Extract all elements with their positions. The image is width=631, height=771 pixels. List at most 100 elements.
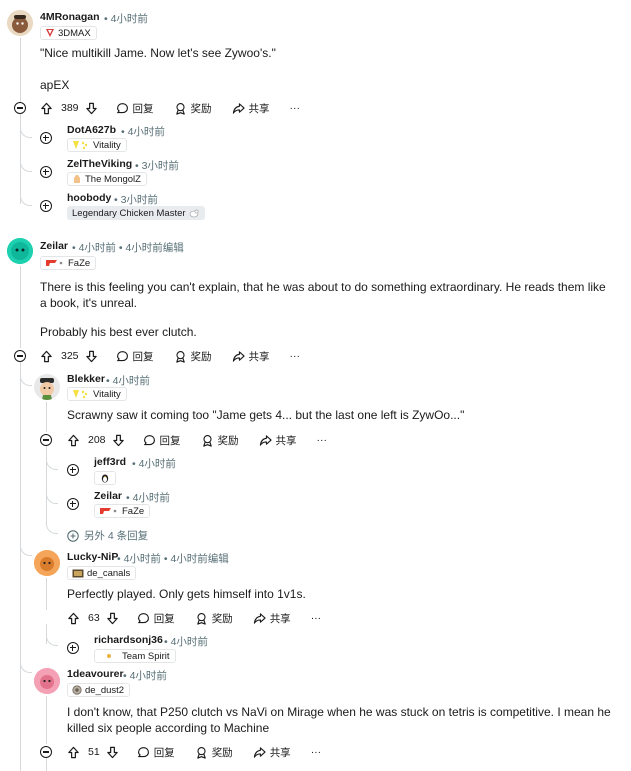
flair-label: Vitality bbox=[93, 139, 121, 151]
username[interactable]: 1deavourer bbox=[67, 668, 124, 680]
mongolz-icon bbox=[74, 175, 80, 183]
avatar[interactable] bbox=[34, 668, 60, 694]
avatar[interactable] bbox=[34, 374, 60, 400]
user-flair: 3DMAX bbox=[40, 26, 97, 40]
upvote-button[interactable]: 208 bbox=[67, 434, 106, 447]
more-options-button[interactable]: ··· bbox=[290, 102, 301, 114]
expand-icon[interactable] bbox=[67, 464, 79, 476]
faze-icon bbox=[46, 260, 63, 266]
comment-time: • 4小时前 bbox=[132, 458, 176, 470]
flair-3dmax-icon bbox=[46, 29, 54, 37]
award-icon bbox=[196, 612, 206, 625]
expand-icon[interactable] bbox=[40, 132, 52, 144]
user-flair: Vitality bbox=[67, 387, 127, 401]
award-icon bbox=[175, 102, 185, 115]
vitality-icon bbox=[73, 390, 88, 399]
thread-line-c3 bbox=[46, 402, 47, 432]
upvote-button[interactable]: 51 bbox=[67, 746, 100, 759]
reply-button[interactable]: 回复 bbox=[137, 745, 175, 760]
thread-elbow bbox=[20, 124, 32, 138]
flair-label: The MongolZ bbox=[85, 173, 141, 185]
username[interactable]: DotA627b bbox=[67, 124, 116, 136]
more-options-button[interactable]: ··· bbox=[290, 350, 301, 362]
more-options-button[interactable]: ··· bbox=[311, 612, 322, 624]
share-button[interactable]: 共享 bbox=[232, 349, 270, 364]
comment-actions: 389 回复 奖励 共享 ··· bbox=[40, 100, 300, 116]
upvote-button[interactable]: 63 bbox=[67, 612, 100, 625]
username[interactable]: jeff3rd bbox=[94, 456, 126, 468]
collapse-icon[interactable] bbox=[14, 350, 26, 362]
award-button[interactable]: 奖励 bbox=[174, 349, 212, 364]
username[interactable]: Zeilar bbox=[40, 240, 68, 252]
comment-icon bbox=[116, 102, 128, 113]
reply-button[interactable]: 回复 bbox=[116, 101, 154, 116]
share-button[interactable]: 共享 bbox=[253, 611, 291, 626]
username[interactable]: Lucky-NiP bbox=[67, 551, 118, 563]
more-replies-link[interactable]: 另外 4 条回复 bbox=[67, 528, 148, 543]
collapse-icon[interactable] bbox=[14, 102, 26, 114]
upvote-button[interactable]: 389 bbox=[40, 102, 79, 115]
comment-actions: 51 回复 奖励 共享 ··· bbox=[67, 744, 321, 760]
username[interactable]: ZelTheViking bbox=[67, 158, 132, 170]
comment-icon bbox=[137, 746, 149, 757]
downvote-button[interactable] bbox=[85, 350, 98, 363]
thread-line-c2 bbox=[20, 266, 21, 348]
more-options-button[interactable]: ··· bbox=[311, 746, 322, 758]
expand-icon[interactable] bbox=[67, 498, 79, 510]
reply-button[interactable]: 回复 bbox=[137, 611, 175, 626]
award-button[interactable]: 奖励 bbox=[195, 745, 233, 760]
share-button[interactable]: 共享 bbox=[253, 745, 291, 760]
more-options-button[interactable]: ··· bbox=[317, 434, 328, 446]
avatar[interactable] bbox=[7, 10, 33, 36]
thread-elbow bbox=[46, 520, 58, 534]
more-icon: ··· bbox=[316, 434, 328, 446]
award-button[interactable]: 奖励 bbox=[195, 611, 233, 626]
vote-count: 51 bbox=[88, 746, 100, 758]
username[interactable]: richardsonj36 bbox=[94, 634, 163, 646]
award-label: 奖励 bbox=[211, 612, 233, 625]
reply-label: 回复 bbox=[159, 434, 181, 447]
award-button[interactable]: 奖励 bbox=[201, 433, 239, 448]
more-icon: ··· bbox=[289, 350, 301, 362]
penguin-icon bbox=[101, 474, 109, 483]
avatar[interactable] bbox=[34, 550, 60, 576]
username[interactable]: Blekker bbox=[67, 373, 105, 385]
avatar[interactable] bbox=[7, 238, 33, 264]
username[interactable]: hoobody bbox=[67, 192, 111, 204]
thread-line-c5 bbox=[46, 696, 47, 744]
flair-label: Team Spirit bbox=[122, 650, 170, 662]
downvote-icon bbox=[112, 434, 124, 446]
expand-icon[interactable] bbox=[40, 166, 52, 178]
comment-actions: 325 回复 奖励 共享 ··· bbox=[40, 348, 300, 364]
downvote-button[interactable] bbox=[106, 746, 119, 759]
vote-count: 63 bbox=[88, 612, 100, 624]
downvote-button[interactable] bbox=[112, 434, 125, 447]
award-icon bbox=[196, 746, 206, 759]
comment-body: Perfectly played. Only gets himself into… bbox=[67, 587, 306, 601]
faze-icon bbox=[100, 508, 117, 514]
share-label: 共享 bbox=[269, 746, 291, 759]
reply-button[interactable]: 回复 bbox=[116, 349, 154, 364]
username[interactable]: Zeilar bbox=[94, 490, 122, 502]
upvote-button[interactable]: 325 bbox=[40, 350, 79, 363]
flair-label: Vitality bbox=[93, 388, 121, 400]
expand-icon[interactable] bbox=[40, 200, 52, 212]
share-button[interactable]: 共享 bbox=[259, 433, 297, 448]
comment-time: • 4小时前 bbox=[126, 492, 170, 504]
dust2-icon bbox=[72, 685, 82, 695]
comment-time: • 4小时前 • 4小时前编辑 bbox=[117, 553, 229, 565]
collapse-icon[interactable] bbox=[40, 746, 52, 758]
flair-label: 3DMAX bbox=[58, 27, 91, 39]
comment-actions: 63 回复 奖励 共享 ··· bbox=[67, 610, 321, 626]
downvote-button[interactable] bbox=[85, 102, 98, 115]
username[interactable]: 4MRonagan bbox=[40, 11, 100, 23]
downvote-button[interactable] bbox=[106, 612, 119, 625]
share-button[interactable]: 共享 bbox=[232, 101, 270, 116]
more-icon: ··· bbox=[310, 612, 322, 624]
user-flair: Vitality bbox=[67, 138, 127, 152]
reply-button[interactable]: 回复 bbox=[143, 433, 181, 448]
collapse-icon[interactable] bbox=[40, 434, 52, 446]
award-button[interactable]: 奖励 bbox=[174, 101, 212, 116]
award-label: 奖励 bbox=[211, 746, 233, 759]
expand-icon[interactable] bbox=[67, 642, 79, 654]
